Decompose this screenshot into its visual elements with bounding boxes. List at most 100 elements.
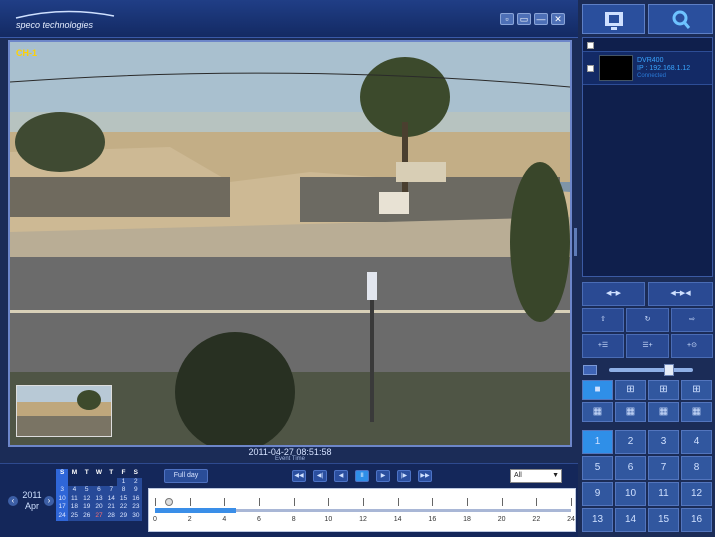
calendar-weekday-header: M [71,469,78,476]
layout-16-button[interactable]: ▦ [681,402,712,422]
search-button[interactable] [648,4,713,34]
calendar-day[interactable]: 8 [117,486,130,495]
ptz-button-1[interactable]: ◀━▶ [582,282,645,306]
layout-8-button[interactable]: ⊞ [681,380,712,400]
layout-9-button[interactable]: ▦ [582,402,613,422]
brand-logo: speco technologies [15,10,115,30]
minimize-window-button[interactable]: — [534,13,548,25]
play-button[interactable]: ▶ [376,470,390,482]
timeline-tick [155,498,156,506]
channel-select[interactable]: All ▼ [510,469,562,483]
ptz-button-2[interactable]: ◀━▶◀ [648,282,713,306]
calendar-day[interactable]: 21 [105,503,118,512]
channel-button-16[interactable]: 16 [681,508,712,532]
calendar-day[interactable]: 25 [68,511,81,521]
layout-4-button[interactable]: ⊞ [615,380,646,400]
full-day-button[interactable]: Full day [164,469,208,483]
calendar-day[interactable]: 15 [117,494,130,504]
calendar-day[interactable]: 13 [92,494,106,504]
select-all-checkbox[interactable] [587,42,594,49]
calendar-day[interactable]: 22 [117,503,130,512]
ptz-rotate-button[interactable]: ↻ [626,308,669,332]
reverse-play-button[interactable]: ◀ [334,470,348,482]
calendar-day[interactable]: 19 [80,503,93,512]
calendar-day[interactable]: 3 [56,486,69,495]
calendar-day[interactable]: 20 [92,503,106,512]
calendar-grid: S M T W T F S 1 2 3 4 5 6 7 8 9 10 11 12 13 14 15 16 17 18 19 20 21… [56,469,142,521]
calendar-day[interactable]: 23 [129,503,142,512]
volume-slider-handle[interactable] [664,364,675,376]
calendar-day[interactable]: 6 [92,486,106,495]
device-list-item[interactable]: DVR400 IP : 192.168.1.12 Connected [583,51,712,85]
prev-month-button[interactable]: ‹ [8,496,18,506]
channel-button-9[interactable]: 9 [582,482,613,506]
next-month-button[interactable]: › [44,496,54,506]
channel-button-5[interactable]: 5 [582,456,613,480]
ptz-right-button[interactable]: ⇨ [671,308,713,332]
calendar-day[interactable]: 4 [68,486,81,495]
layout-window-button[interactable]: ▫ [500,13,514,25]
fast-rewind-button[interactable]: ◀◀ [292,470,306,482]
layout-13-button[interactable]: ▦ [648,402,679,422]
calendar-day[interactable]: 9 [129,486,142,495]
channel-button-4[interactable]: 4 [681,430,712,454]
calendar-day[interactable]: 26 [80,511,93,521]
calendar-day[interactable]: 24 [56,511,69,521]
channel-button-1[interactable]: 1 [582,430,613,454]
calendar-day[interactable]: 30 [129,511,142,521]
device-name: DVR400 [637,57,664,64]
speaker-icon[interactable] [583,365,597,375]
camera-feed[interactable]: CH-1 [10,42,570,445]
calendar-day[interactable]: 12 [80,494,93,504]
calendar-day[interactable]: 29 [117,511,130,521]
calendar-day[interactable]: 11 [68,494,81,504]
channel-button-10[interactable]: 10 [615,482,646,506]
panel-splitter-handle[interactable] [574,228,577,256]
calendar-day[interactable]: 16 [129,494,142,504]
calendar-day[interactable]: 18 [68,503,81,512]
calendar-day[interactable]: 27 [92,511,106,521]
timeline-tick [293,498,295,506]
calendar-day[interactable]: 5 [80,486,93,495]
calendar-day[interactable]: 28 [105,511,118,521]
calendar-day[interactable]: 14 [105,494,118,504]
layout-10-button[interactable]: ▦ [615,402,646,422]
calendar-day[interactable]: 1 [117,477,130,487]
zoom-out-button[interactable]: ☰+ [626,334,669,358]
fast-forward-button[interactable]: ▶▶ [418,470,432,482]
calendar-day[interactable]: 10 [56,494,69,504]
timeline-tick [259,498,260,506]
device-checkbox[interactable] [587,65,594,72]
channel-button-15[interactable]: 15 [648,508,679,532]
calendar-day[interactable]: 17 [56,503,69,512]
channel-button-12[interactable]: 12 [681,482,712,506]
timeline-tick [432,498,434,506]
video-viewport[interactable]: CH-1 [8,40,572,447]
calendar-day[interactable]: 7 [105,486,118,495]
channel-button-11[interactable]: 11 [648,482,679,506]
calendar-day[interactable]: 2 [129,477,142,487]
ptz-up-button[interactable]: ⇧ [582,308,624,332]
channel-button-3[interactable]: 3 [648,430,679,454]
channel-button-6[interactable]: 6 [615,456,646,480]
layout-6-button[interactable]: ⊞ [648,380,679,400]
step-forward-button[interactable]: |▶ [397,470,411,482]
layout-1-button[interactable]: ■ [582,380,613,400]
live-view-button[interactable] [582,4,645,34]
volume-slider[interactable] [609,368,693,372]
zoom-in-button[interactable]: +☰ [582,334,624,358]
device-ip: IP : 192.168.1.12 [637,65,691,72]
close-window-button[interactable]: ✕ [551,13,565,25]
channel-button-8[interactable]: 8 [681,456,712,480]
restore-window-button[interactable]: ▭ [517,13,531,25]
pause-button[interactable]: II [355,470,369,482]
thumbnail-preview[interactable] [16,385,112,437]
channel-button-2[interactable]: 2 [615,430,646,454]
timeline-playhead[interactable] [164,498,173,506]
step-back-button[interactable]: ◀| [313,470,327,482]
channel-button-7[interactable]: 7 [648,456,679,480]
timeline-bar[interactable]: 0 2 4 6 8 10 12 14 16 18 20 22 24 [148,488,576,532]
channel-button-13[interactable]: 13 [582,508,613,532]
channel-button-14[interactable]: 14 [615,508,646,532]
focus-button[interactable]: +⊙ [671,334,713,358]
